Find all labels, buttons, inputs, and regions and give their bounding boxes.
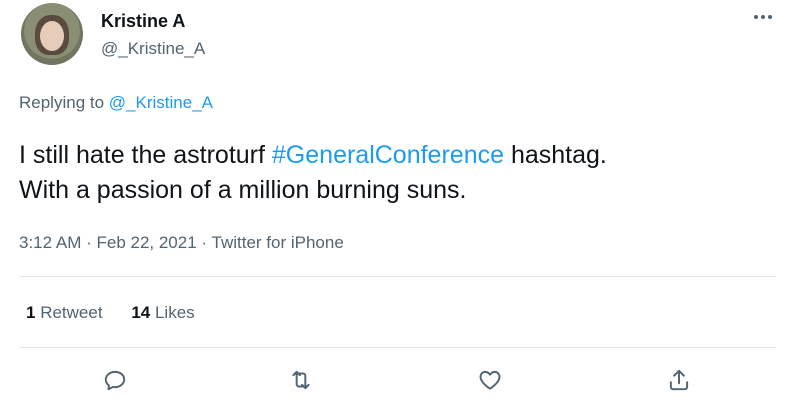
avatar-face bbox=[40, 21, 64, 51]
avatar[interactable] bbox=[21, 3, 83, 65]
divider bbox=[19, 276, 776, 277]
author-name[interactable]: Kristine A bbox=[101, 10, 185, 32]
more-horizontal-icon[interactable] bbox=[750, 8, 776, 26]
tweet-detail: Kristine A @_Kristine_A Replying to @_Kr… bbox=[0, 0, 794, 412]
likes-label: Likes bbox=[154, 303, 195, 322]
likes-count-link[interactable]: 14 Likes bbox=[131, 302, 194, 324]
retweet-icon bbox=[292, 370, 310, 390]
hashtag-link[interactable]: #GeneralConference bbox=[272, 141, 504, 169]
more-dot bbox=[768, 15, 772, 19]
heart-icon bbox=[479, 370, 501, 390]
author-handle[interactable]: @_Kristine_A bbox=[101, 38, 205, 60]
more-dot bbox=[754, 15, 758, 19]
retweet-label: Retweet bbox=[40, 303, 103, 322]
share-icon bbox=[669, 369, 689, 391]
tweet-text-part2: hashtag. bbox=[504, 141, 607, 169]
tweet-source[interactable]: Twitter for iPhone bbox=[212, 233, 344, 252]
share-button[interactable] bbox=[665, 366, 693, 394]
retweet-count: 1 bbox=[26, 303, 36, 322]
reply-mention-link[interactable]: @_Kristine_A bbox=[109, 93, 213, 112]
tweet-meta: 3:12 AM · Feb 22, 2021 · Twitter for iPh… bbox=[19, 232, 344, 254]
likes-count: 14 bbox=[131, 303, 151, 322]
tweet-text-line2: With a passion of a million burning suns… bbox=[19, 176, 467, 204]
reply-icon bbox=[104, 370, 126, 391]
tweet-text-part1: I still hate the astroturf bbox=[19, 141, 272, 169]
replying-to: Replying to @_Kristine_A bbox=[19, 92, 213, 114]
tweet-date[interactable]: Feb 22, 2021 bbox=[96, 233, 196, 252]
replying-prefix: Replying to bbox=[19, 93, 105, 112]
meta-separator: · bbox=[81, 233, 97, 252]
tweet-stats: 1 Retweet 14 Likes bbox=[26, 302, 219, 324]
tweet-text: I still hate the astroturf #GeneralConfe… bbox=[19, 138, 769, 208]
meta-separator: · bbox=[196, 233, 212, 252]
tweet-time[interactable]: 3:12 AM bbox=[19, 233, 81, 252]
more-dot bbox=[761, 15, 765, 19]
like-button[interactable] bbox=[476, 366, 504, 394]
divider bbox=[19, 347, 776, 348]
reply-button[interactable] bbox=[101, 366, 129, 394]
retweet-button[interactable] bbox=[287, 366, 315, 394]
retweet-count-link[interactable]: 1 Retweet bbox=[26, 302, 103, 324]
